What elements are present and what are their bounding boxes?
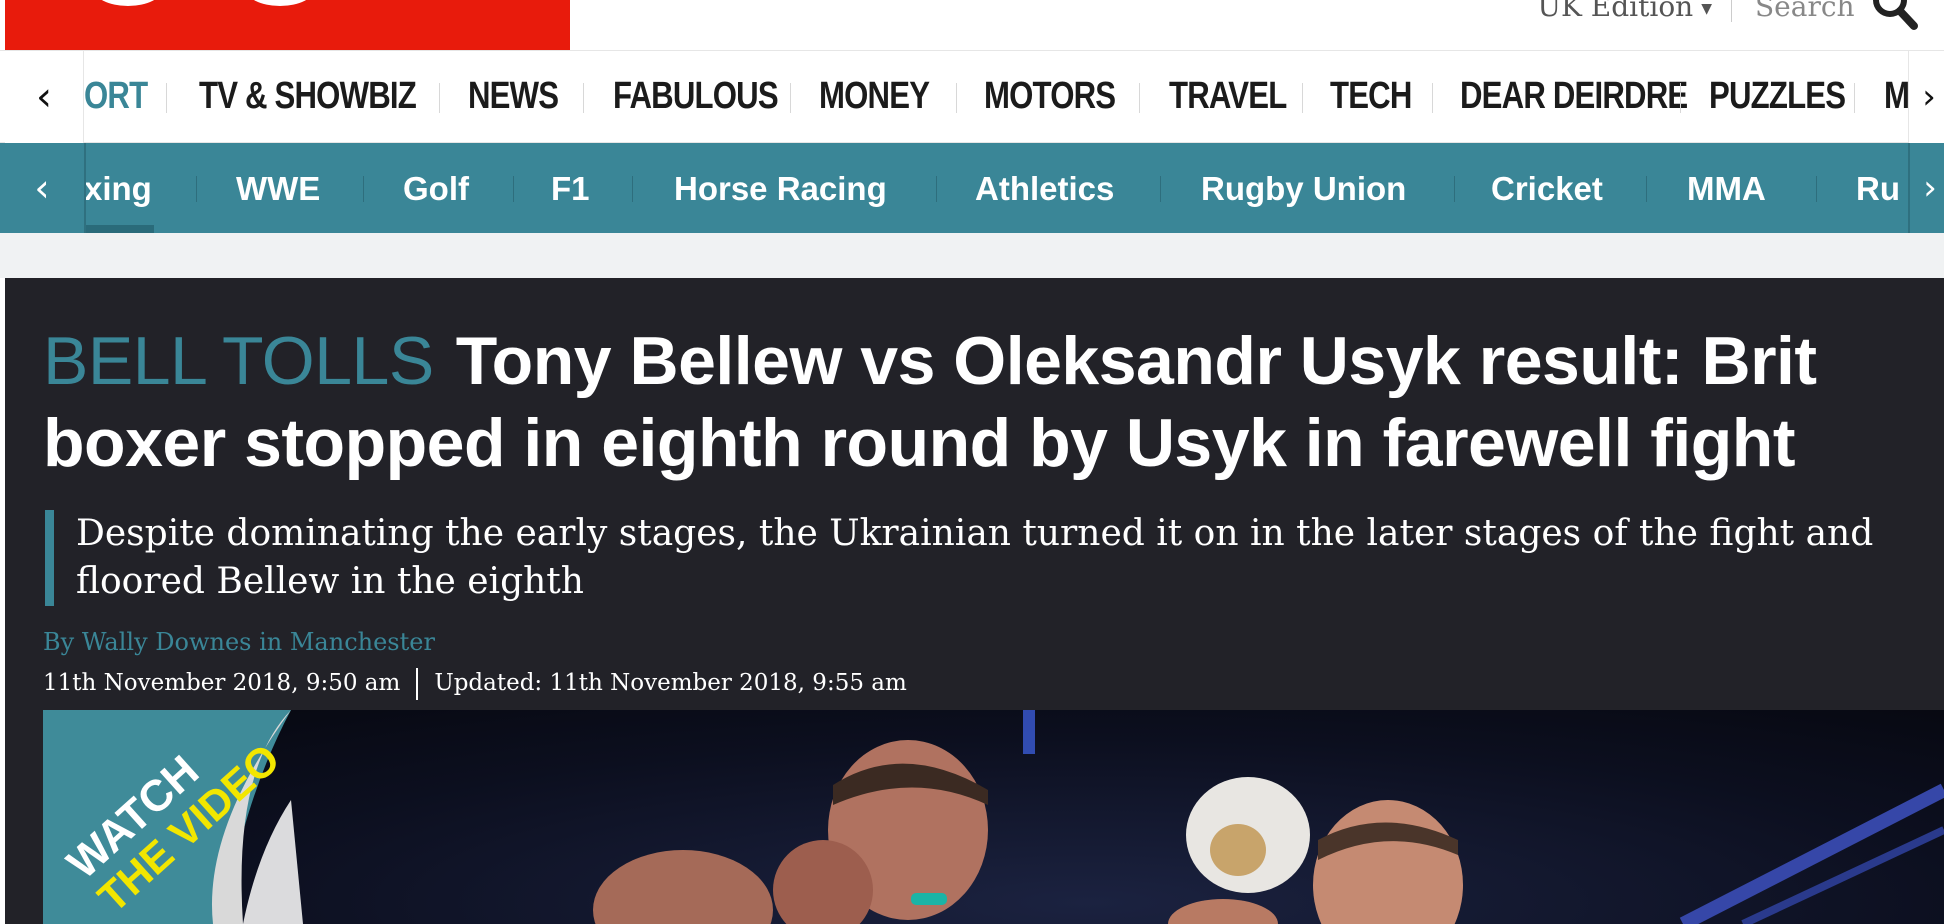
sub-nav-items: xing WWE Golf F1 Horse Racing Athletics … bbox=[84, 143, 1908, 233]
author-byline[interactable]: By Wally Downes in Manchester bbox=[43, 628, 435, 656]
sub-nav-item-partial[interactable]: Ru bbox=[1856, 170, 1900, 208]
sub-nav-item-boxing[interactable]: xing bbox=[84, 170, 152, 208]
main-nav-item-puzzles[interactable]: PUZZLES bbox=[1709, 75, 1846, 118]
logo-letterform bbox=[93, 0, 163, 6]
published-date: 11th November 2018, 9:50 am bbox=[43, 670, 401, 696]
nav-separator bbox=[439, 83, 440, 113]
updated-date: Updated: 11th November 2018, 9:55 am bbox=[434, 670, 907, 696]
article-standfirst: Despite dominating the early stages, the… bbox=[45, 510, 1944, 606]
article-headline: BELL TOLLS Tony Bellew vs Oleksandr Usyk … bbox=[43, 320, 1923, 484]
nav-separator bbox=[583, 83, 584, 113]
spacer bbox=[0, 233, 1944, 278]
main-nav-items: ORT TV & SHOWBIZ NEWS FABULOUS MONEY MOT… bbox=[84, 51, 1908, 143]
article-header: BELL TOLLS Tony Bellew vs Oleksandr Usyk … bbox=[5, 278, 1944, 924]
standfirst-line: Despite dominating the early stages, the… bbox=[76, 513, 1874, 554]
nav-separator bbox=[1160, 176, 1161, 202]
nav-separator bbox=[1680, 83, 1681, 113]
main-nav-scroll-right-icon[interactable]: › bbox=[1908, 51, 1944, 143]
site-header: UK Edition ▼ Search bbox=[0, 0, 1944, 50]
hero-video-image[interactable]: WATCH THE VIDEO bbox=[43, 710, 1944, 924]
date-divider bbox=[416, 668, 419, 700]
nav-separator bbox=[1139, 83, 1140, 113]
main-nav-item-fabulous[interactable]: FABULOUS bbox=[613, 75, 779, 118]
nav-separator bbox=[196, 176, 197, 202]
main-nav-item-travel[interactable]: TRAVEL bbox=[1169, 75, 1287, 118]
caret-down-icon: ▼ bbox=[1701, 0, 1712, 17]
article-dates: 11th November 2018, 9:50 am Updated: 11th… bbox=[43, 668, 907, 700]
logo-letterform bbox=[245, 0, 315, 6]
site-logo[interactable] bbox=[5, 0, 570, 50]
nav-separator bbox=[363, 176, 364, 202]
main-nav-item-tv-showbiz[interactable]: TV & SHOWBIZ bbox=[199, 75, 417, 118]
sub-nav-item-rugby-union[interactable]: Rugby Union bbox=[1201, 170, 1406, 208]
sub-nav-item-mma[interactable]: MMA bbox=[1687, 170, 1766, 208]
headline-kicker: BELL TOLLS bbox=[43, 323, 434, 399]
nav-separator bbox=[1432, 83, 1433, 113]
sub-nav-item-cricket[interactable]: Cricket bbox=[1491, 170, 1603, 208]
nav-separator bbox=[936, 176, 937, 202]
nav-separator bbox=[790, 83, 791, 113]
sub-nav-item-athletics[interactable]: Athletics bbox=[975, 170, 1114, 208]
sub-nav-item-horse-racing[interactable]: Horse Racing bbox=[674, 170, 887, 208]
nav-separator bbox=[1816, 176, 1817, 202]
active-tab-indicator bbox=[84, 225, 154, 233]
main-nav-item-sport[interactable]: ORT bbox=[84, 75, 148, 118]
nav-separator bbox=[1854, 83, 1855, 113]
nav-separator bbox=[1454, 176, 1455, 202]
standfirst-line: floored Bellew in the eighth bbox=[76, 561, 584, 602]
nav-separator bbox=[513, 176, 514, 202]
nav-separator bbox=[1302, 83, 1303, 113]
sport-sub-nav: ‹ xing WWE Golf F1 Horse Racing Athletic… bbox=[0, 143, 1944, 233]
sub-nav-item-f1[interactable]: F1 bbox=[551, 170, 590, 208]
main-nav-item-money[interactable]: MONEY bbox=[819, 75, 930, 118]
sub-nav-item-golf[interactable]: Golf bbox=[403, 170, 469, 208]
main-nav-item-motors[interactable]: MOTORS bbox=[984, 75, 1116, 118]
nav-separator bbox=[632, 176, 633, 202]
main-nav-scroll-left-icon[interactable]: ‹ bbox=[5, 51, 84, 143]
sub-nav-item-wwe[interactable]: WWE bbox=[236, 170, 320, 208]
nav-separator bbox=[1646, 176, 1647, 202]
main-nav-item-partial[interactable]: M bbox=[1884, 75, 1908, 118]
header-divider bbox=[1731, 0, 1732, 22]
sub-nav-scroll-right-icon[interactable]: › bbox=[1908, 143, 1944, 233]
search-label[interactable]: Search bbox=[1755, 0, 1855, 23]
search-icon[interactable] bbox=[1868, 0, 1924, 34]
edition-selector[interactable]: UK Edition ▼ bbox=[1537, 0, 1712, 23]
main-nav-item-tech[interactable]: TECH bbox=[1330, 75, 1412, 118]
edition-label: UK Edition bbox=[1537, 0, 1694, 23]
main-nav-item-news[interactable]: NEWS bbox=[468, 75, 559, 118]
watch-video-badge[interactable]: WATCH THE VIDEO bbox=[43, 710, 303, 924]
nav-separator bbox=[956, 83, 957, 113]
sub-nav-scroll-left-icon[interactable]: ‹ bbox=[0, 143, 86, 233]
main-nav-item-dear-deirdre[interactable]: DEAR DEIRDRE bbox=[1460, 75, 1688, 118]
boxing-scene-illustration bbox=[593, 710, 1944, 924]
main-nav: ‹ ORT TV & SHOWBIZ NEWS FABULOUS MONEY M… bbox=[0, 50, 1944, 143]
nav-separator bbox=[166, 83, 167, 113]
